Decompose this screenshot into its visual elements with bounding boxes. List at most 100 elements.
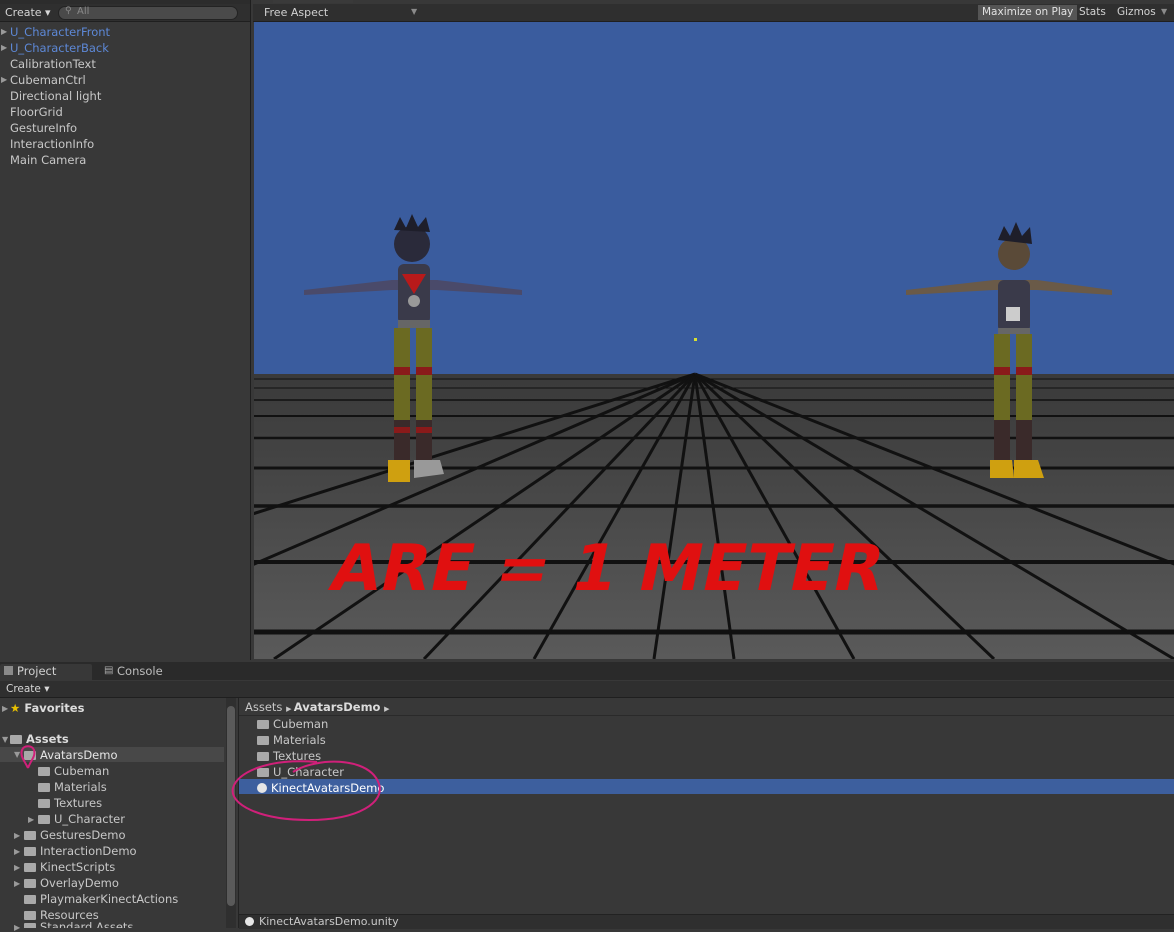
tree-item-label: InteractionDemo bbox=[40, 844, 137, 858]
tree-item-label: OverlayDemo bbox=[40, 876, 119, 890]
unity-scene-icon bbox=[245, 917, 254, 926]
folder-icon bbox=[38, 783, 50, 792]
tree-item-materials[interactable]: Materials bbox=[38, 780, 107, 794]
tree-item-label: GesturesDemo bbox=[40, 828, 126, 842]
folder-icon bbox=[24, 923, 36, 928]
breadcrumb: Assets ▶ AvatarsDemo ▶ bbox=[245, 700, 390, 714]
project-tabbar: Project ▤ Console bbox=[0, 662, 1174, 680]
console-icon: ▤ bbox=[104, 665, 114, 676]
tree-item-label: AvatarsDemo bbox=[40, 748, 118, 762]
aspect-dropdown[interactable]: Free Aspect bbox=[264, 6, 328, 19]
tree-item-textures[interactable]: Textures bbox=[38, 796, 102, 810]
folder-icon bbox=[24, 831, 36, 840]
folder-icon bbox=[38, 799, 50, 808]
hierarchy-item[interactable]: CalibrationText bbox=[10, 57, 96, 71]
game-toolbar: Free Aspect ▼ Maximize on Play Stats Giz… bbox=[253, 4, 1174, 22]
hierarchy-item[interactable]: U_CharacterBack bbox=[10, 41, 109, 55]
floor-text: ARE = 1 METER bbox=[324, 532, 891, 606]
expand-triangle-icon[interactable]: ▶ bbox=[14, 831, 20, 840]
tree-item-label: KinectScripts bbox=[40, 860, 116, 874]
asset-footer: KinectAvatarsDemo.unity bbox=[239, 914, 1174, 929]
game-tab[interactable] bbox=[273, 0, 353, 3]
selected-asset-path: KinectAvatarsDemo.unity bbox=[259, 915, 399, 928]
project-icon bbox=[4, 666, 13, 675]
folder-icon bbox=[24, 911, 36, 920]
tree-item-label: Materials bbox=[54, 780, 107, 794]
tree-item-kinectscripts[interactable]: KinectScripts bbox=[24, 860, 115, 874]
folder-icon bbox=[257, 720, 269, 729]
asset-item-cubeman[interactable]: Cubeman bbox=[257, 717, 328, 731]
expand-triangle-icon[interactable]: ▶ bbox=[1, 27, 7, 36]
gizmos-dropdown[interactable]: Gizmos bbox=[1117, 5, 1156, 20]
center-marker bbox=[694, 338, 697, 341]
tree-item-standard-assets[interactable]: Standard Assets bbox=[24, 920, 133, 928]
favorites-label: Favorites bbox=[24, 701, 85, 715]
expand-triangle-icon[interactable]: ▶ bbox=[1, 75, 7, 84]
game-view-panel: Free Aspect ▼ Maximize on Play Stats Giz… bbox=[253, 0, 1174, 660]
breadcrumb-separator-icon: ▶ bbox=[286, 705, 294, 713]
sky bbox=[254, 22, 1174, 374]
tree-item-label: U_Character bbox=[54, 812, 125, 826]
hierarchy-item[interactable]: Directional light bbox=[10, 89, 101, 103]
maximize-on-play-toggle[interactable]: Maximize on Play bbox=[978, 5, 1078, 20]
expand-triangle-icon[interactable]: ▶ bbox=[2, 704, 8, 713]
expand-triangle-icon[interactable]: ▶ bbox=[28, 815, 34, 824]
hierarchy-item[interactable]: CubemanCtrl bbox=[10, 73, 86, 87]
project-create-label: Create bbox=[6, 683, 41, 695]
expand-triangle-icon[interactable]: ▶ bbox=[14, 863, 20, 872]
hierarchy-item[interactable]: U_CharacterFront bbox=[10, 25, 110, 39]
hierarchy-item[interactable]: FloorGrid bbox=[10, 105, 63, 119]
breadcrumb-avatarsdemo[interactable]: AvatarsDemo bbox=[294, 700, 381, 714]
tree-item-overlaydemo[interactable]: OverlayDemo bbox=[24, 876, 119, 890]
favorites-item[interactable]: ★ Favorites bbox=[10, 701, 84, 715]
game-viewport[interactable]: ARE = 1 METER bbox=[254, 22, 1174, 659]
folder-icon bbox=[24, 863, 36, 872]
hierarchy-create-label: Create bbox=[5, 6, 42, 19]
breadcrumb-assets[interactable]: Assets bbox=[245, 700, 282, 714]
tree-item-interactiondemo[interactable]: InteractionDemo bbox=[24, 844, 137, 858]
project-panel: Project ▤ Console Create ▾ ▶ ★ Favorites… bbox=[0, 662, 1174, 932]
hierarchy-item[interactable]: InteractionInfo bbox=[10, 137, 94, 151]
folder-icon bbox=[24, 879, 36, 888]
chevron-down-icon[interactable]: ▼ bbox=[411, 7, 417, 16]
chevron-down-icon[interactable]: ▼ bbox=[1161, 7, 1167, 16]
tree-item-cubeman[interactable]: Cubeman bbox=[38, 764, 109, 778]
stats-toggle[interactable]: Stats bbox=[1079, 5, 1106, 20]
hierarchy-item[interactable]: GestureInfo bbox=[10, 121, 77, 135]
asset-label: Materials bbox=[273, 733, 326, 747]
hierarchy-item[interactable]: Main Camera bbox=[10, 153, 86, 167]
expand-triangle-icon[interactable]: ▶ bbox=[14, 847, 20, 856]
folder-icon bbox=[257, 736, 269, 745]
star-icon: ★ bbox=[10, 701, 21, 715]
collapse-triangle-icon[interactable]: ▼ bbox=[2, 735, 8, 744]
project-tree: ▶ ★ Favorites ▼ Assets ▼ AvatarsDemo Cub… bbox=[0, 698, 224, 932]
assets-pane: Assets ▶ AvatarsDemo ▶ Cubeman Materials… bbox=[231, 698, 1174, 929]
hierarchy-search-input[interactable]: ⚲ All bbox=[58, 6, 238, 20]
folder-icon bbox=[24, 847, 36, 856]
expand-triangle-icon[interactable]: ▶ bbox=[1, 43, 7, 52]
hierarchy-panel: Create ▾ ⚲ All ▶ U_CharacterFront ▶ U_Ch… bbox=[0, 0, 251, 660]
search-icon: ⚲ bbox=[65, 6, 72, 16]
project-create-button[interactable]: Create ▾ bbox=[6, 683, 50, 695]
tree-item-gesturesdemo[interactable]: GesturesDemo bbox=[24, 828, 126, 842]
folder-icon bbox=[24, 895, 36, 904]
tree-item-label: PlaymakerKinectActions bbox=[40, 892, 179, 906]
asset-label: Cubeman bbox=[273, 717, 329, 731]
scene-render: ARE = 1 METER bbox=[254, 22, 1174, 659]
hierarchy-create-button[interactable]: Create ▾ bbox=[5, 6, 51, 19]
hierarchy-toolbar: Create ▾ ⚲ All bbox=[0, 4, 250, 22]
expand-triangle-icon[interactable]: ▶ bbox=[14, 879, 20, 888]
tree-item-u-character[interactable]: U_Character bbox=[38, 812, 125, 826]
folder-icon bbox=[38, 815, 50, 824]
tab-project[interactable]: Project bbox=[0, 664, 92, 680]
breadcrumb-separator-icon: ▶ bbox=[384, 705, 390, 713]
annotation-circle bbox=[231, 760, 381, 822]
tree-item-label: Textures bbox=[54, 796, 103, 810]
asset-item-materials[interactable]: Materials bbox=[257, 733, 326, 747]
tree-item-playmakerkinectactions[interactable]: PlaymakerKinectActions bbox=[24, 892, 178, 906]
search-placeholder: All bbox=[77, 6, 90, 17]
tab-label: Project bbox=[17, 664, 57, 678]
project-toolbar: Create ▾ bbox=[0, 681, 1174, 698]
tree-item-label: Standard Assets bbox=[40, 920, 134, 928]
tab-label: Console bbox=[117, 664, 163, 678]
